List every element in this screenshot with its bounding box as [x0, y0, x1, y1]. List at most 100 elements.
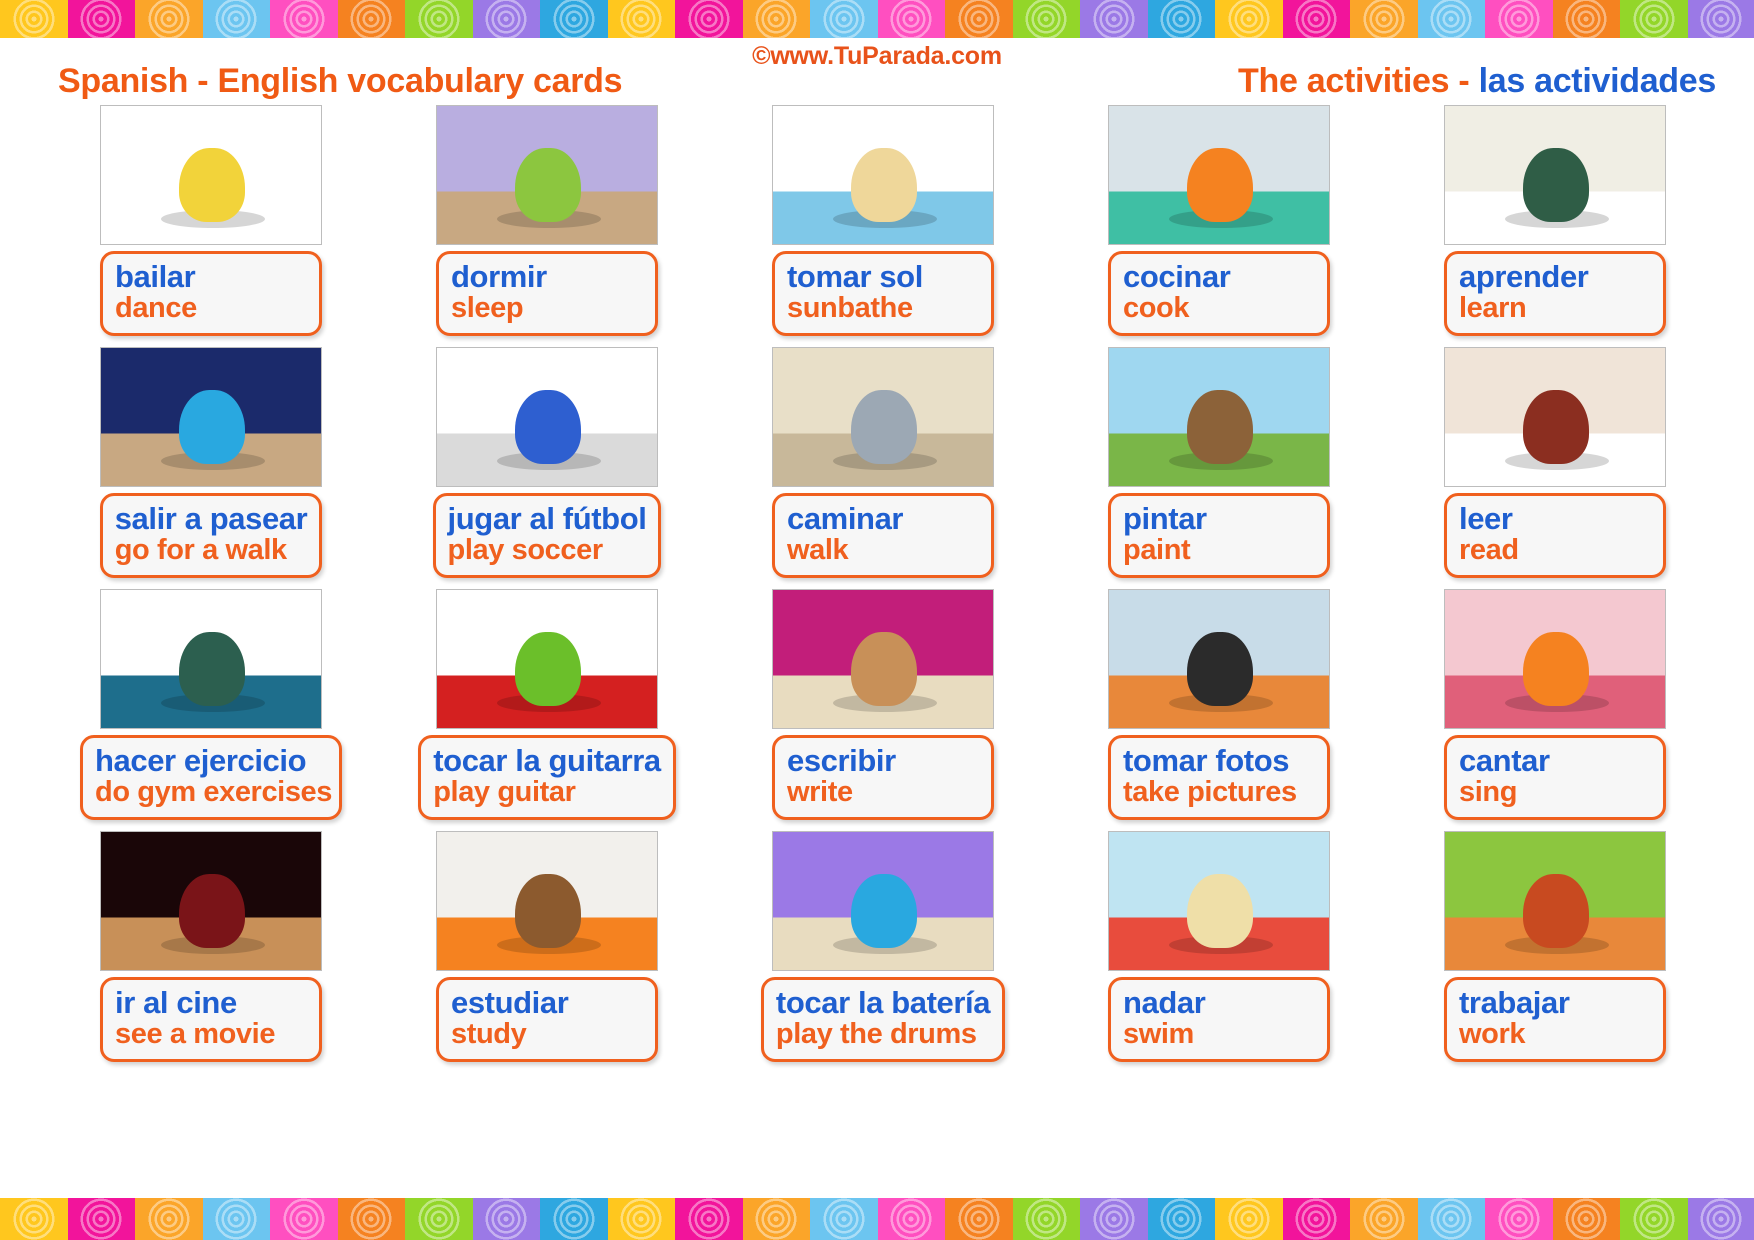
color-swatch	[540, 1198, 608, 1240]
vocabulary-card[interactable]: nadar swim	[1056, 831, 1382, 1073]
vocabulary-label[interactable]: jugar al fútbol play soccer	[432, 493, 662, 578]
vocabulary-label[interactable]: leer read	[1444, 493, 1666, 578]
english-translation: read	[1459, 534, 1519, 567]
figure-silhouette	[851, 390, 917, 464]
vocabulary-label[interactable]: escribir write	[772, 735, 994, 820]
figure-silhouette	[1187, 632, 1253, 706]
color-swatch	[810, 1198, 878, 1240]
vocabulary-card[interactable]: salir a pasear go for a walk	[48, 347, 374, 589]
vocabulary-label[interactable]: tomar sol sunbathe	[772, 251, 994, 336]
vocabulary-label[interactable]: tomar fotos take pictures	[1108, 735, 1330, 820]
vocabulary-card[interactable]: tomar sol sunbathe	[720, 105, 1046, 347]
vocabulary-card[interactable]: tocar la batería play the drums	[720, 831, 1046, 1073]
color-swatch	[1215, 1198, 1283, 1240]
vocabulary-card[interactable]: escribir write	[720, 589, 1046, 831]
vocabulary-label[interactable]: cantar sing	[1444, 735, 1666, 820]
color-swatch	[1620, 0, 1688, 38]
color-swatch	[67, 0, 135, 38]
figure-silhouette	[179, 632, 245, 706]
vocabulary-card[interactable]: leer read	[1392, 347, 1718, 589]
vocabulary-label[interactable]: caminar walk	[772, 493, 994, 578]
vocabulary-card[interactable]: pintar paint	[1056, 347, 1382, 589]
vocabulary-label[interactable]: pintar paint	[1108, 493, 1330, 578]
figure-silhouette	[515, 632, 581, 706]
color-swatch	[1012, 0, 1080, 38]
color-swatch	[810, 0, 878, 38]
color-swatch	[1350, 1198, 1418, 1240]
color-swatch	[135, 1198, 203, 1240]
color-swatch	[1080, 1198, 1148, 1240]
vocabulary-card[interactable]: caminar walk	[720, 347, 1046, 589]
spanish-word: cocinar	[1123, 259, 1231, 294]
page-title-right-spanish: las actividades	[1478, 62, 1717, 100]
color-swatch	[1417, 0, 1485, 38]
vocabulary-card[interactable]: jugar al fútbol play soccer	[384, 347, 710, 589]
vocabulary-label[interactable]: nadar swim	[1108, 977, 1330, 1062]
color-swatch	[945, 0, 1013, 38]
color-swatch	[270, 0, 338, 38]
color-swatch	[202, 1198, 270, 1240]
vocabulary-label[interactable]: trabajar work	[1444, 977, 1666, 1062]
color-swatch	[0, 0, 68, 38]
vocabulary-card[interactable]: dormir sleep	[384, 105, 710, 347]
spanish-word: tocar la guitarra	[433, 743, 661, 778]
spanish-word: estudiar	[451, 985, 569, 1020]
vocabulary-label[interactable]: estudiar study	[436, 977, 658, 1062]
vocabulary-card[interactable]: estudiar study	[384, 831, 710, 1073]
vocabulary-label[interactable]: ir al cine see a movie	[100, 977, 322, 1062]
vocabulary-label[interactable]: hacer ejercicio do gym exercises	[80, 735, 342, 820]
color-swatch	[202, 0, 270, 38]
bear-sunbathing-on-beach-thumbnail	[772, 105, 994, 245]
vocabulary-card[interactable]: ir al cine see a movie	[48, 831, 374, 1073]
vocabulary-card-grid: bailar dance dormir sleep tomar sol sunbathe c…	[48, 105, 1718, 1073]
color-swatch	[472, 1198, 540, 1240]
orange-monster-working-in-office-thumbnail	[1444, 831, 1666, 971]
figure-silhouette	[1523, 874, 1589, 948]
spanish-word: leer	[1459, 501, 1513, 536]
color-swatch	[405, 0, 473, 38]
spanish-word: escribir	[787, 743, 896, 778]
bear-writing-at-desk-in-library-thumbnail	[772, 589, 994, 729]
color-swatch	[1552, 0, 1620, 38]
vocabulary-card[interactable]: trabajar work	[1392, 831, 1718, 1073]
spanish-word: tomar fotos	[1123, 743, 1290, 778]
child-with-float-ring-at-beach-thumbnail	[1108, 831, 1330, 971]
english-translation: play soccer	[447, 534, 604, 567]
dancing-monster-with-music-notes-thumbnail	[100, 105, 322, 245]
spanish-word: ir al cine	[115, 985, 237, 1020]
monster-goalkeeper-with-soccer-ball-thumbnail	[436, 347, 658, 487]
color-swatch	[742, 1198, 810, 1240]
vocabulary-card[interactable]: tomar fotos take pictures	[1056, 589, 1382, 831]
english-translation: learn	[1459, 292, 1527, 325]
orange-monster-singing-on-stage-thumbnail	[1444, 589, 1666, 729]
page-title-right-english: The activities -	[1238, 62, 1479, 100]
figure-silhouette	[851, 632, 917, 706]
color-swatch	[877, 1198, 945, 1240]
color-swatch	[67, 1198, 135, 1240]
vocabulary-card[interactable]: cantar sing	[1392, 589, 1718, 831]
color-swatch	[1215, 0, 1283, 38]
vocabulary-card[interactable]: tocar la guitarra play guitar	[384, 589, 710, 831]
vocabulary-label[interactable]: bailar dance	[100, 251, 322, 336]
page-title-left: Spanish - English vocabulary cards	[58, 62, 623, 100]
vocabulary-label[interactable]: tocar la batería play the drums	[760, 977, 1006, 1062]
vocabulary-label[interactable]: aprender learn	[1444, 251, 1666, 336]
english-translation: cook	[1123, 292, 1190, 325]
figure-silhouette	[1523, 390, 1589, 464]
english-translation: play the drums	[775, 1018, 977, 1051]
vocabulary-label[interactable]: cocinar cook	[1108, 251, 1330, 336]
vocabulary-card[interactable]: aprender learn	[1392, 105, 1718, 347]
figure-silhouette	[179, 390, 245, 464]
vocabulary-card[interactable]: hacer ejercicio do gym exercises	[48, 589, 374, 831]
vocabulary-label[interactable]: dormir sleep	[436, 251, 658, 336]
vocabulary-label[interactable]: salir a pasear go for a walk	[99, 493, 323, 578]
vocabulary-card[interactable]: cocinar cook	[1056, 105, 1382, 347]
color-swatch	[1282, 1198, 1350, 1240]
page-title-right: The activities - las actividades	[1238, 62, 1716, 101]
vocabulary-card[interactable]: bailar dance	[48, 105, 374, 347]
vocabulary-label[interactable]: tocar la guitarra play guitar	[418, 735, 676, 820]
bottom-decorative-strip	[0, 1198, 1754, 1240]
english-translation: sleep	[451, 292, 524, 325]
spanish-word: nadar	[1123, 985, 1206, 1020]
color-swatch	[135, 0, 203, 38]
